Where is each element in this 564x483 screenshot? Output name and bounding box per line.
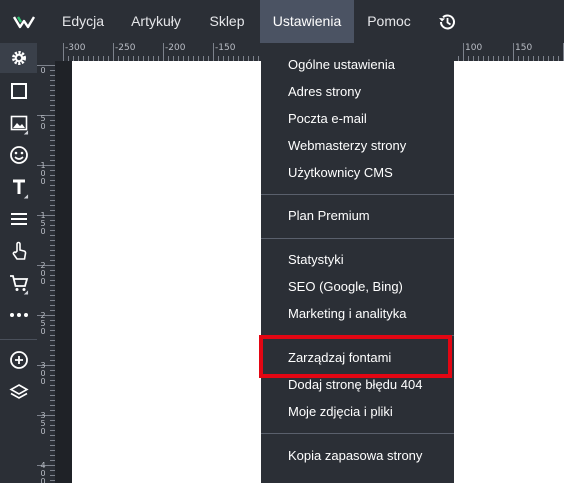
ruler-label: -250: [115, 43, 136, 53]
ruler-vertical[interactable]: 0 5 0 1 0 0 1 5 0 2 0 0 2 5 0 3 0 0 3 5 …: [37, 61, 55, 483]
menu-ustawienia[interactable]: Ustawienia: [260, 0, 354, 43]
menu-edycja[interactable]: Edycja: [48, 0, 118, 43]
ruler-label: 5 0: [40, 114, 46, 131]
dropdown-divider: [261, 194, 454, 195]
ruler-corner: [37, 43, 55, 61]
ruler-label: -150: [215, 43, 236, 53]
ruler-label: 150: [515, 43, 533, 53]
ruler-label: 100: [465, 43, 483, 53]
ruler-label: 0: [40, 66, 46, 75]
ruler-label: 1 0 0: [40, 161, 46, 186]
dropdown-item-premium-plan[interactable]: Plan Premium: [261, 203, 454, 229]
ruler-label: 2 5 0: [40, 311, 46, 336]
canvas-margin: [55, 61, 72, 483]
webwave-logo-icon[interactable]: [0, 0, 48, 43]
menu-artykuly[interactable]: Artykuły: [118, 0, 194, 43]
touch-hand-icon[interactable]: [0, 236, 37, 266]
top-menu-bar: Edycja Artykuły Sklep Ustawienia Pomoc: [0, 0, 564, 43]
ruler-label: 4 0 0: [40, 461, 46, 483]
menu-icon[interactable]: [0, 204, 37, 234]
cart-icon[interactable]: [0, 268, 37, 298]
dropdown-item-marketing[interactable]: Marketing i analityka: [261, 301, 454, 327]
add-circle-icon[interactable]: [0, 345, 37, 375]
more-icon[interactable]: [0, 300, 37, 330]
dropdown-divider: [261, 433, 454, 434]
ruler-label: -300: [65, 43, 86, 53]
dropdown-item-cms-users[interactable]: Użytkownicy CMS: [261, 160, 454, 186]
dropdown-item-email[interactable]: Poczta e-mail: [261, 106, 454, 132]
image-icon[interactable]: [0, 108, 37, 138]
menu-pomoc[interactable]: Pomoc: [354, 0, 424, 43]
dropdown-item-seo[interactable]: SEO (Google, Bing): [261, 274, 454, 300]
dropdown-item-statistics[interactable]: Statystyki: [261, 247, 454, 273]
ruler-label: 3 5 0: [40, 411, 46, 436]
dropdown-item-site-address[interactable]: Adres strony: [261, 79, 454, 105]
ruler-label: 3 0 0: [40, 361, 46, 386]
highlight-box: [259, 335, 452, 378]
ruler-label: 1 5 0: [40, 211, 46, 236]
dropdown-item-general-settings[interactable]: Ogólne ustawienia: [261, 52, 454, 78]
dropdown-item-backup[interactable]: Kopia zapasowa strony: [261, 443, 454, 469]
dropdown-item-images-files[interactable]: Moje zdjęcia i pliki: [261, 399, 454, 425]
settings-gear-icon[interactable]: [0, 43, 37, 73]
ruler-label: -200: [165, 43, 186, 53]
dropdown-item-webmasters[interactable]: Webmasterzy strony: [261, 133, 454, 159]
emoji-icon[interactable]: [0, 140, 37, 170]
box-icon[interactable]: [0, 76, 37, 106]
tool-sidebar: [0, 43, 37, 483]
settings-dropdown: Ogólne ustawienia Adres strony Poczta e-…: [261, 43, 454, 483]
menu-sklep[interactable]: Sklep: [194, 0, 260, 43]
ruler-label: 2 0 0: [40, 261, 46, 286]
layers-icon[interactable]: [0, 377, 37, 407]
text-icon[interactable]: [0, 172, 37, 202]
dropdown-divider: [261, 238, 454, 239]
sidebar-divider: [0, 339, 37, 340]
history-icon[interactable]: [430, 0, 464, 43]
